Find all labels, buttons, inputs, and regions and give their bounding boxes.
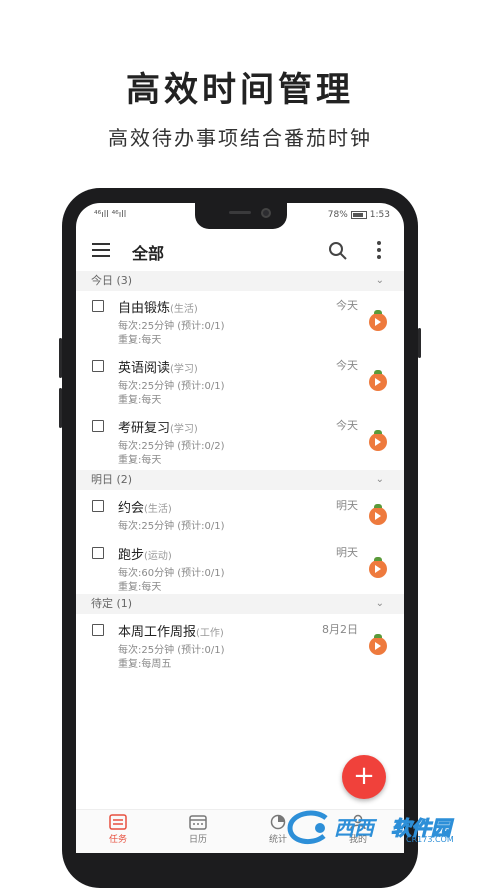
tab-calendar[interactable]: 日历 (168, 814, 228, 845)
more-vertical-icon[interactable] (374, 241, 384, 261)
tab-tasks[interactable]: 任务 (88, 814, 148, 845)
task-checkbox[interactable] (92, 500, 104, 512)
task-checkbox[interactable] (92, 624, 104, 636)
task-repeat: 重复:每天 (118, 335, 162, 346)
tomato-timer-icon[interactable] (369, 557, 387, 578)
task-repeat: 重复:每天 (118, 395, 162, 406)
tomato-timer-icon[interactable] (369, 310, 387, 331)
task-title: 考研复习 (118, 421, 171, 436)
status-bar: ⁴⁶ıll ⁴⁶ıll 78% 1:53 (76, 203, 404, 227)
task-duration: 每次:25分钟 (预计:0/1) (118, 321, 225, 332)
hamburger-menu-icon[interactable] (92, 243, 110, 257)
battery-percent: 78% (327, 210, 348, 220)
task-title: 跑步 (118, 548, 145, 563)
search-icon[interactable] (328, 241, 348, 261)
watermark-logo: 西西 软件园 CR173.COM (286, 808, 472, 848)
promo-subline: 高效待办事项结合番茄时钟 (108, 126, 372, 150)
task-item[interactable]: 考研复习(学习) 每次:25分钟 (预计:0/2) 重复:每天 今天 (76, 415, 404, 475)
group-header-label: 明日 (2) (91, 473, 133, 486)
watermark-swirl-icon (287, 810, 328, 845)
task-date: 今天 (336, 359, 358, 372)
signal-icon: ⁴⁶ıll ⁴⁶ıll (94, 210, 127, 220)
tomato-timer-icon[interactable] (369, 430, 387, 451)
task-checkbox[interactable] (92, 300, 104, 312)
tomato-timer-icon[interactable] (369, 504, 387, 525)
task-date: 明天 (336, 499, 358, 512)
task-repeat: 重复:每天 (118, 455, 162, 466)
task-item[interactable]: 跑步(运动) 每次:60分钟 (预计:0/1) 重复:每天 明天 (76, 542, 404, 602)
task-item[interactable]: 自由锻炼(生活) 每次:25分钟 (预计:0/1) 重复:每天 今天 (76, 295, 404, 355)
task-date: 今天 (336, 419, 358, 432)
chevron-down-icon[interactable]: ⌄ (376, 470, 384, 490)
task-title: 本周工作周报 (118, 625, 197, 640)
task-category: (学习) (170, 364, 198, 375)
group-header-today[interactable]: 今日 (3) ⌄ (76, 271, 404, 291)
status-time: 1:53 (369, 210, 390, 220)
task-duration: 每次:25分钟 (预计:0/1) (118, 645, 225, 656)
task-item[interactable]: 约会(生活) 每次:25分钟 (预计:0/1) 明天 (76, 495, 404, 540)
task-checkbox[interactable] (92, 420, 104, 432)
app-bar: 全部 (76, 231, 404, 271)
task-duration: 每次:25分钟 (预计:0/1) (118, 381, 225, 392)
chevron-down-icon[interactable]: ⌄ (376, 594, 384, 614)
calendar-icon (189, 815, 207, 830)
watermark-url: CR173.COM (406, 835, 454, 844)
group-header-label: 今日 (3) (91, 274, 133, 287)
add-task-button[interactable]: + (342, 755, 386, 799)
tomato-timer-icon[interactable] (369, 370, 387, 391)
task-category: (运动) (144, 551, 172, 562)
task-category: (学习) (170, 424, 198, 435)
task-title: 约会 (118, 501, 145, 516)
task-title: 英语阅读 (118, 361, 171, 376)
app-screen: ⁴⁶ıll ⁴⁶ıll 78% 1:53 全部 今日 (3) ⌄ 自由锻炼(生活)… (76, 203, 404, 853)
tab-label: 日历 (188, 835, 207, 845)
task-date: 8月2日 (322, 623, 358, 636)
task-category: (生活) (170, 304, 198, 315)
task-title: 自由锻炼 (118, 301, 171, 316)
tomato-timer-icon[interactable] (369, 634, 387, 655)
chevron-down-icon[interactable]: ⌄ (376, 271, 384, 291)
group-header-pending[interactable]: 待定 (1) ⌄ (76, 594, 404, 614)
task-duration: 每次:60分钟 (预计:0/1) (118, 568, 225, 579)
task-item[interactable]: 英语阅读(学习) 每次:25分钟 (预计:0/1) 重复:每天 今天 (76, 355, 404, 415)
group-header-tomorrow[interactable]: 明日 (2) ⌄ (76, 470, 404, 490)
task-date: 今天 (336, 299, 358, 312)
group-header-label: 待定 (1) (91, 597, 133, 610)
task-duration: 每次:25分钟 (预计:0/1) (118, 521, 225, 532)
task-repeat: 重复:每周五 (118, 659, 172, 670)
task-category: (工作) (196, 628, 224, 639)
task-item[interactable]: 本周工作周报(工作) 每次:25分钟 (预计:0/1) 重复:每周五 8月2日 (76, 619, 404, 679)
stats-icon (270, 814, 286, 830)
task-list-icon (109, 814, 127, 830)
task-checkbox[interactable] (92, 547, 104, 559)
watermark-text: 西西 (334, 816, 374, 840)
promo-headline: 高效时间管理 (126, 70, 354, 110)
task-category: (生活) (144, 504, 172, 515)
tab-label: 任务 (108, 835, 127, 845)
task-duration: 每次:25分钟 (预计:0/2) (118, 441, 225, 452)
task-date: 明天 (336, 546, 358, 559)
tab-label: 统计 (268, 835, 287, 845)
page-title: 全部 (132, 244, 165, 263)
task-checkbox[interactable] (92, 360, 104, 372)
task-repeat: 重复:每天 (118, 582, 162, 593)
battery-icon (350, 210, 367, 219)
